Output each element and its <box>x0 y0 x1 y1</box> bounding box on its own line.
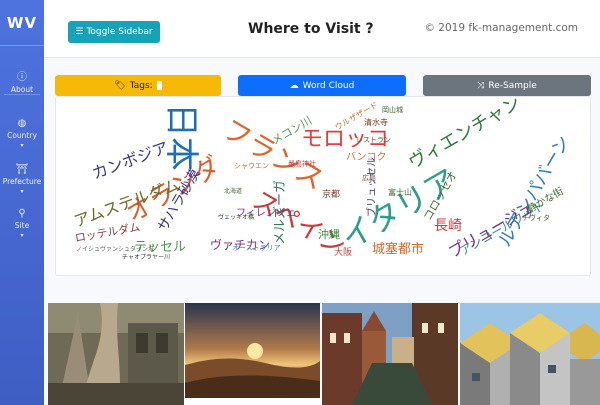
copyright-text: © 2019 fk-management.com <box>424 22 578 34</box>
cloud-word[interactable]: ヴィエンチャン <box>405 97 524 173</box>
shuffle-icon: ⤨ <box>477 80 485 91</box>
info-circle-icon: ⓘ <box>17 72 27 83</box>
tag-icon: 🏷 <box>114 80 126 91</box>
ruins-tree-photo <box>48 303 184 405</box>
sidebar-item-site[interactable]: ⚲ Site ▾ <box>0 208 44 239</box>
cloud-word[interactable]: 富士山 <box>388 189 412 197</box>
tags-input[interactable] <box>156 81 162 90</box>
map-marker-icon: ⚲ <box>18 208 26 219</box>
gallery-photo-cube-houses[interactable] <box>460 303 600 405</box>
resample-label: Re-Sample <box>488 80 537 91</box>
sidebar-item-prefecture[interactable]: ⛩ Prefecture ▾ <box>0 164 44 195</box>
sidebar-item-label: About <box>10 85 34 94</box>
gallery-photo-canal[interactable] <box>322 303 458 405</box>
cloud-word[interactable]: 大阪 <box>334 249 352 258</box>
chevron-down-icon: ▾ <box>20 142 24 149</box>
cloud-word[interactable]: カンボジア <box>89 138 171 183</box>
cube-houses-photo <box>460 303 600 405</box>
cloud-word[interactable]: 城塞都市 <box>372 243 424 256</box>
cloud-word[interactable]: レストラン <box>356 137 391 144</box>
sidebar-item-about[interactable]: ⓘ About <box>0 68 44 94</box>
sidebar-item-label: Prefecture <box>2 177 42 186</box>
brand-logo[interactable]: WV <box>0 0 44 46</box>
sidebar-item-label: Country <box>7 131 37 140</box>
gallery-photo-ruins[interactable] <box>48 303 184 405</box>
word-cloud-card: 日本 フランス モロッコ イタリア オランダ スペイン アムステルダム カンボジア ルアンパバー… <box>55 96 591 276</box>
cloud-word[interactable]: オーストラリア <box>232 245 281 252</box>
resample-button[interactable]: ⤨ Re-Sample <box>423 75 591 96</box>
cloud-word[interactable]: ノイシュヴァンシュタイン城 <box>76 247 154 253</box>
cloud-word[interactable]: 清水寺 <box>364 119 388 127</box>
menu-lines-icon: ☰ <box>75 27 84 37</box>
photo-gallery <box>44 303 600 405</box>
word-cloud-label: Word Cloud <box>302 80 355 91</box>
chevron-down-icon: ▾ <box>20 232 24 239</box>
word-cloud-button[interactable]: ☁ Word Cloud <box>238 75 406 96</box>
desert-sunset-photo <box>185 303 320 405</box>
gallery-photo-desert[interactable] <box>185 303 320 405</box>
page-title: Where to Visit ? <box>248 21 374 37</box>
tags-label: Tags: <box>129 80 153 91</box>
cloud-word[interactable]: ブリュッセル <box>367 157 378 217</box>
cloud-word[interactable]: 岡山城 <box>382 107 403 114</box>
cloud-word[interactable]: ヴェッキオ橋 <box>218 215 254 221</box>
cloud-word[interactable]: 嚴島神社 <box>288 161 316 168</box>
globe-icon: ◍ <box>17 118 27 129</box>
sidebar-item-country[interactable]: ◍ Country ▾ <box>0 118 44 149</box>
chevron-down-icon: ▾ <box>20 188 24 195</box>
cloud-word[interactable]: 京都 <box>322 191 340 200</box>
cloud-word[interactable]: 長崎 <box>434 219 462 233</box>
cloud-word[interactable]: シャウエン <box>234 163 269 170</box>
cloud-icon: ☁ <box>289 80 299 91</box>
sidebar-divider <box>4 94 40 95</box>
toggle-sidebar-button[interactable]: ☰ Toggle Sidebar <box>68 21 160 43</box>
tags-button[interactable]: 🏷 Tags: <box>55 75 221 96</box>
cloud-word[interactable]: チヴィタ <box>522 215 550 222</box>
cloud-word[interactable]: チャオプラヤー川 <box>122 255 170 261</box>
word-cloud: 日本 フランス モロッコ イタリア オランダ スペイン アムステルダム カンボジア ルアンパバー… <box>56 97 590 275</box>
sidebar-item-label: Site <box>14 221 30 230</box>
toggle-sidebar-label: Toggle Sidebar <box>86 27 153 37</box>
cloud-word[interactable]: 北海道 <box>224 189 242 195</box>
topbar: ☰ Toggle Sidebar Where to Visit ? © 2019… <box>44 0 600 58</box>
canal-city-photo <box>322 303 458 405</box>
sidebar: WV ⓘ About ◍ Country ▾ ⛩ Prefecture ▾ ⚲ … <box>0 0 44 405</box>
cloud-word[interactable]: 沖縄 <box>318 229 340 240</box>
torii-icon: ⛩ <box>15 164 29 175</box>
